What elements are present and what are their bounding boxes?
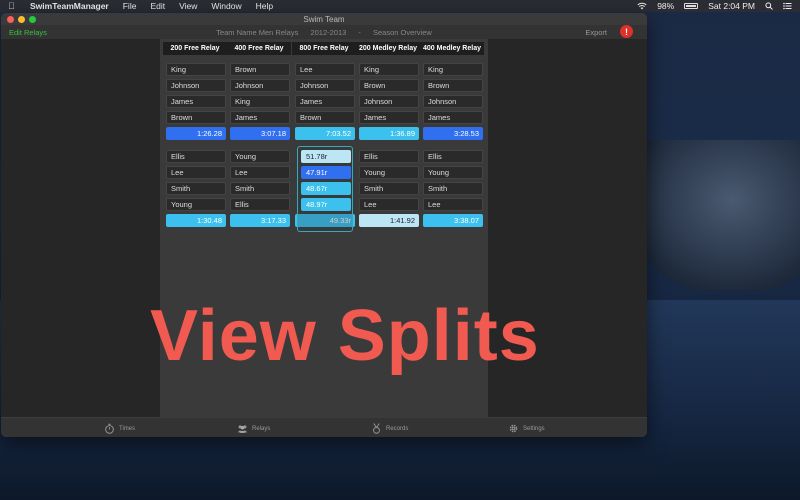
relay-time[interactable]: 1:26.28 (166, 127, 226, 140)
swimmer-cell[interactable]: Lee (295, 63, 355, 76)
menu-window[interactable]: Window (211, 1, 241, 11)
relay-column-header: 200 Free Relay (163, 42, 227, 55)
menu-app-name[interactable]: SwimTeamManager (30, 1, 109, 11)
menu-view[interactable]: View (179, 1, 197, 11)
menu-edit[interactable]: Edit (150, 1, 165, 11)
medal-icon (373, 423, 380, 434)
swimmer-cell[interactable]: Ellis (423, 150, 483, 163)
relay-time[interactable]: 1:36.89 (359, 127, 419, 140)
swimmer-cell[interactable]: Johnson (423, 95, 483, 108)
tab-times[interactable]: Times (104, 423, 135, 434)
split-time[interactable]: 48.67r (301, 182, 351, 195)
relay-time[interactable]: 7:03.52 (295, 127, 355, 140)
relay-time[interactable]: 1:30.48 (166, 214, 226, 227)
relay-time[interactable]: 3:38.07 (423, 214, 483, 227)
swimmer-cell[interactable]: King (166, 63, 226, 76)
apple-icon[interactable]:  (8, 1, 18, 11)
swimmer-cell[interactable]: Brown (166, 111, 226, 124)
view-label: Season Overview (373, 27, 432, 37)
title-bar: Swim Team (1, 13, 647, 25)
swimmer-cell[interactable]: Smith (423, 182, 483, 195)
relay-column-header: 200 Medley Relay (356, 42, 420, 55)
tab-relays-label: Relays (252, 425, 271, 432)
swimmer-cell[interactable]: Smith (230, 182, 290, 195)
swimmer-cell[interactable]: James (230, 111, 290, 124)
swimmer-cell[interactable]: Lee (230, 166, 290, 179)
menu-clock[interactable]: Sat 2:04 PM (708, 1, 755, 11)
zoom-window-button[interactable] (29, 16, 36, 23)
notification-center-icon[interactable] (783, 2, 792, 10)
relay-column-header: 400 Free Relay (227, 42, 291, 55)
gear-icon (509, 424, 518, 433)
tab-times-label: Times (119, 425, 136, 432)
swimmer-cell[interactable]: Smith (359, 182, 419, 195)
swimmer-cell[interactable]: Young (230, 150, 290, 163)
desktop-cliff (630, 140, 800, 290)
spotlight-search-icon[interactable] (765, 2, 773, 10)
swimmer-cell[interactable]: Ellis (166, 150, 226, 163)
tab-settings[interactable]: Settings (508, 423, 545, 434)
menu-bar-status: 98% Sat 2:04 PM (637, 1, 792, 11)
swimmer-cell[interactable]: Lee (423, 198, 483, 211)
minimize-window-button[interactable] (18, 16, 25, 23)
swimmer-cell[interactable]: Brown (230, 63, 290, 76)
tab-relays[interactable]: Relays (237, 423, 270, 434)
relay-time[interactable]: 3:07.18 (230, 127, 290, 140)
menu-bar:  SwimTeamManager File Edit View Window … (0, 0, 800, 12)
swimmer-cell[interactable]: Johnson (230, 79, 290, 92)
swimmer-cell[interactable]: Young (359, 166, 419, 179)
split-time[interactable]: 48.97r (301, 198, 351, 211)
swimmer-cell[interactable]: Brown (423, 79, 483, 92)
swimmer-cell[interactable]: Johnson (359, 95, 419, 108)
swimmer-cell[interactable]: Smith (166, 182, 226, 195)
swimmer-cell[interactable]: James (423, 111, 483, 124)
group-icon (237, 425, 248, 433)
battery-icon[interactable] (684, 3, 699, 9)
toolbar: Edit Relays Team Name Men Relays 2012-20… (1, 25, 647, 39)
relay-time[interactable]: 3:28.53 (423, 127, 483, 140)
swimmer-cell[interactable]: James (295, 95, 355, 108)
breadcrumb: Team Name Men Relays 2012-2013 - Season … (1, 28, 647, 37)
relay-time[interactable]: 3:17.33 (230, 214, 290, 227)
tab-records-label: Records (386, 425, 409, 432)
breadcrumb-separator: - (358, 27, 361, 37)
swimmer-cell[interactable]: Lee (359, 198, 419, 211)
season-label: 2012-2013 (310, 27, 347, 37)
relay-column-header: 400 Medley Relay (420, 42, 484, 55)
export-button[interactable]: Export (585, 28, 607, 37)
swimmer-cell[interactable]: Johnson (166, 79, 226, 92)
swimmer-cell[interactable]: Young (166, 198, 226, 211)
swimmer-cell[interactable]: Johnson (295, 79, 355, 92)
swimmer-cell[interactable]: Lee (166, 166, 226, 179)
stopwatch-icon (105, 423, 114, 434)
menu-file[interactable]: File (123, 1, 137, 11)
swimmer-cell[interactable]: Brown (295, 111, 355, 124)
overlay-caption: View Splits (150, 296, 540, 376)
tab-settings-label: Settings (523, 425, 545, 432)
swimmer-cell[interactable]: Ellis (359, 150, 419, 163)
swimmer-cell[interactable]: Ellis (230, 198, 290, 211)
menu-help[interactable]: Help (256, 1, 273, 11)
wifi-icon[interactable] (637, 2, 647, 10)
swimmer-cell[interactable]: James (359, 111, 419, 124)
swimmer-cell[interactable]: Young (423, 166, 483, 179)
relay-time[interactable]: 1:41.92 (359, 214, 419, 227)
tab-records[interactable]: Records (371, 423, 408, 434)
close-window-button[interactable] (7, 16, 14, 23)
swimmer-cell[interactable]: King (230, 95, 290, 108)
swimmer-cell[interactable]: King (423, 63, 483, 76)
split-time[interactable]: 47.91r (301, 166, 351, 179)
split-time[interactable]: 51.78r (301, 150, 351, 163)
alert-icon[interactable]: ! (620, 25, 633, 38)
swimmer-cell[interactable]: Brown (359, 79, 419, 92)
swimmer-cell[interactable]: James (166, 95, 226, 108)
battery-percent: 98% (657, 1, 675, 11)
window-title: Swim Team (303, 14, 345, 24)
relay-column-header: 800 Free Relay (292, 42, 356, 55)
tab-bar: Times Relays Records Settings (1, 417, 647, 437)
swimmer-cell[interactable]: King (359, 63, 419, 76)
team-name-label: Team Name Men Relays (216, 27, 299, 37)
